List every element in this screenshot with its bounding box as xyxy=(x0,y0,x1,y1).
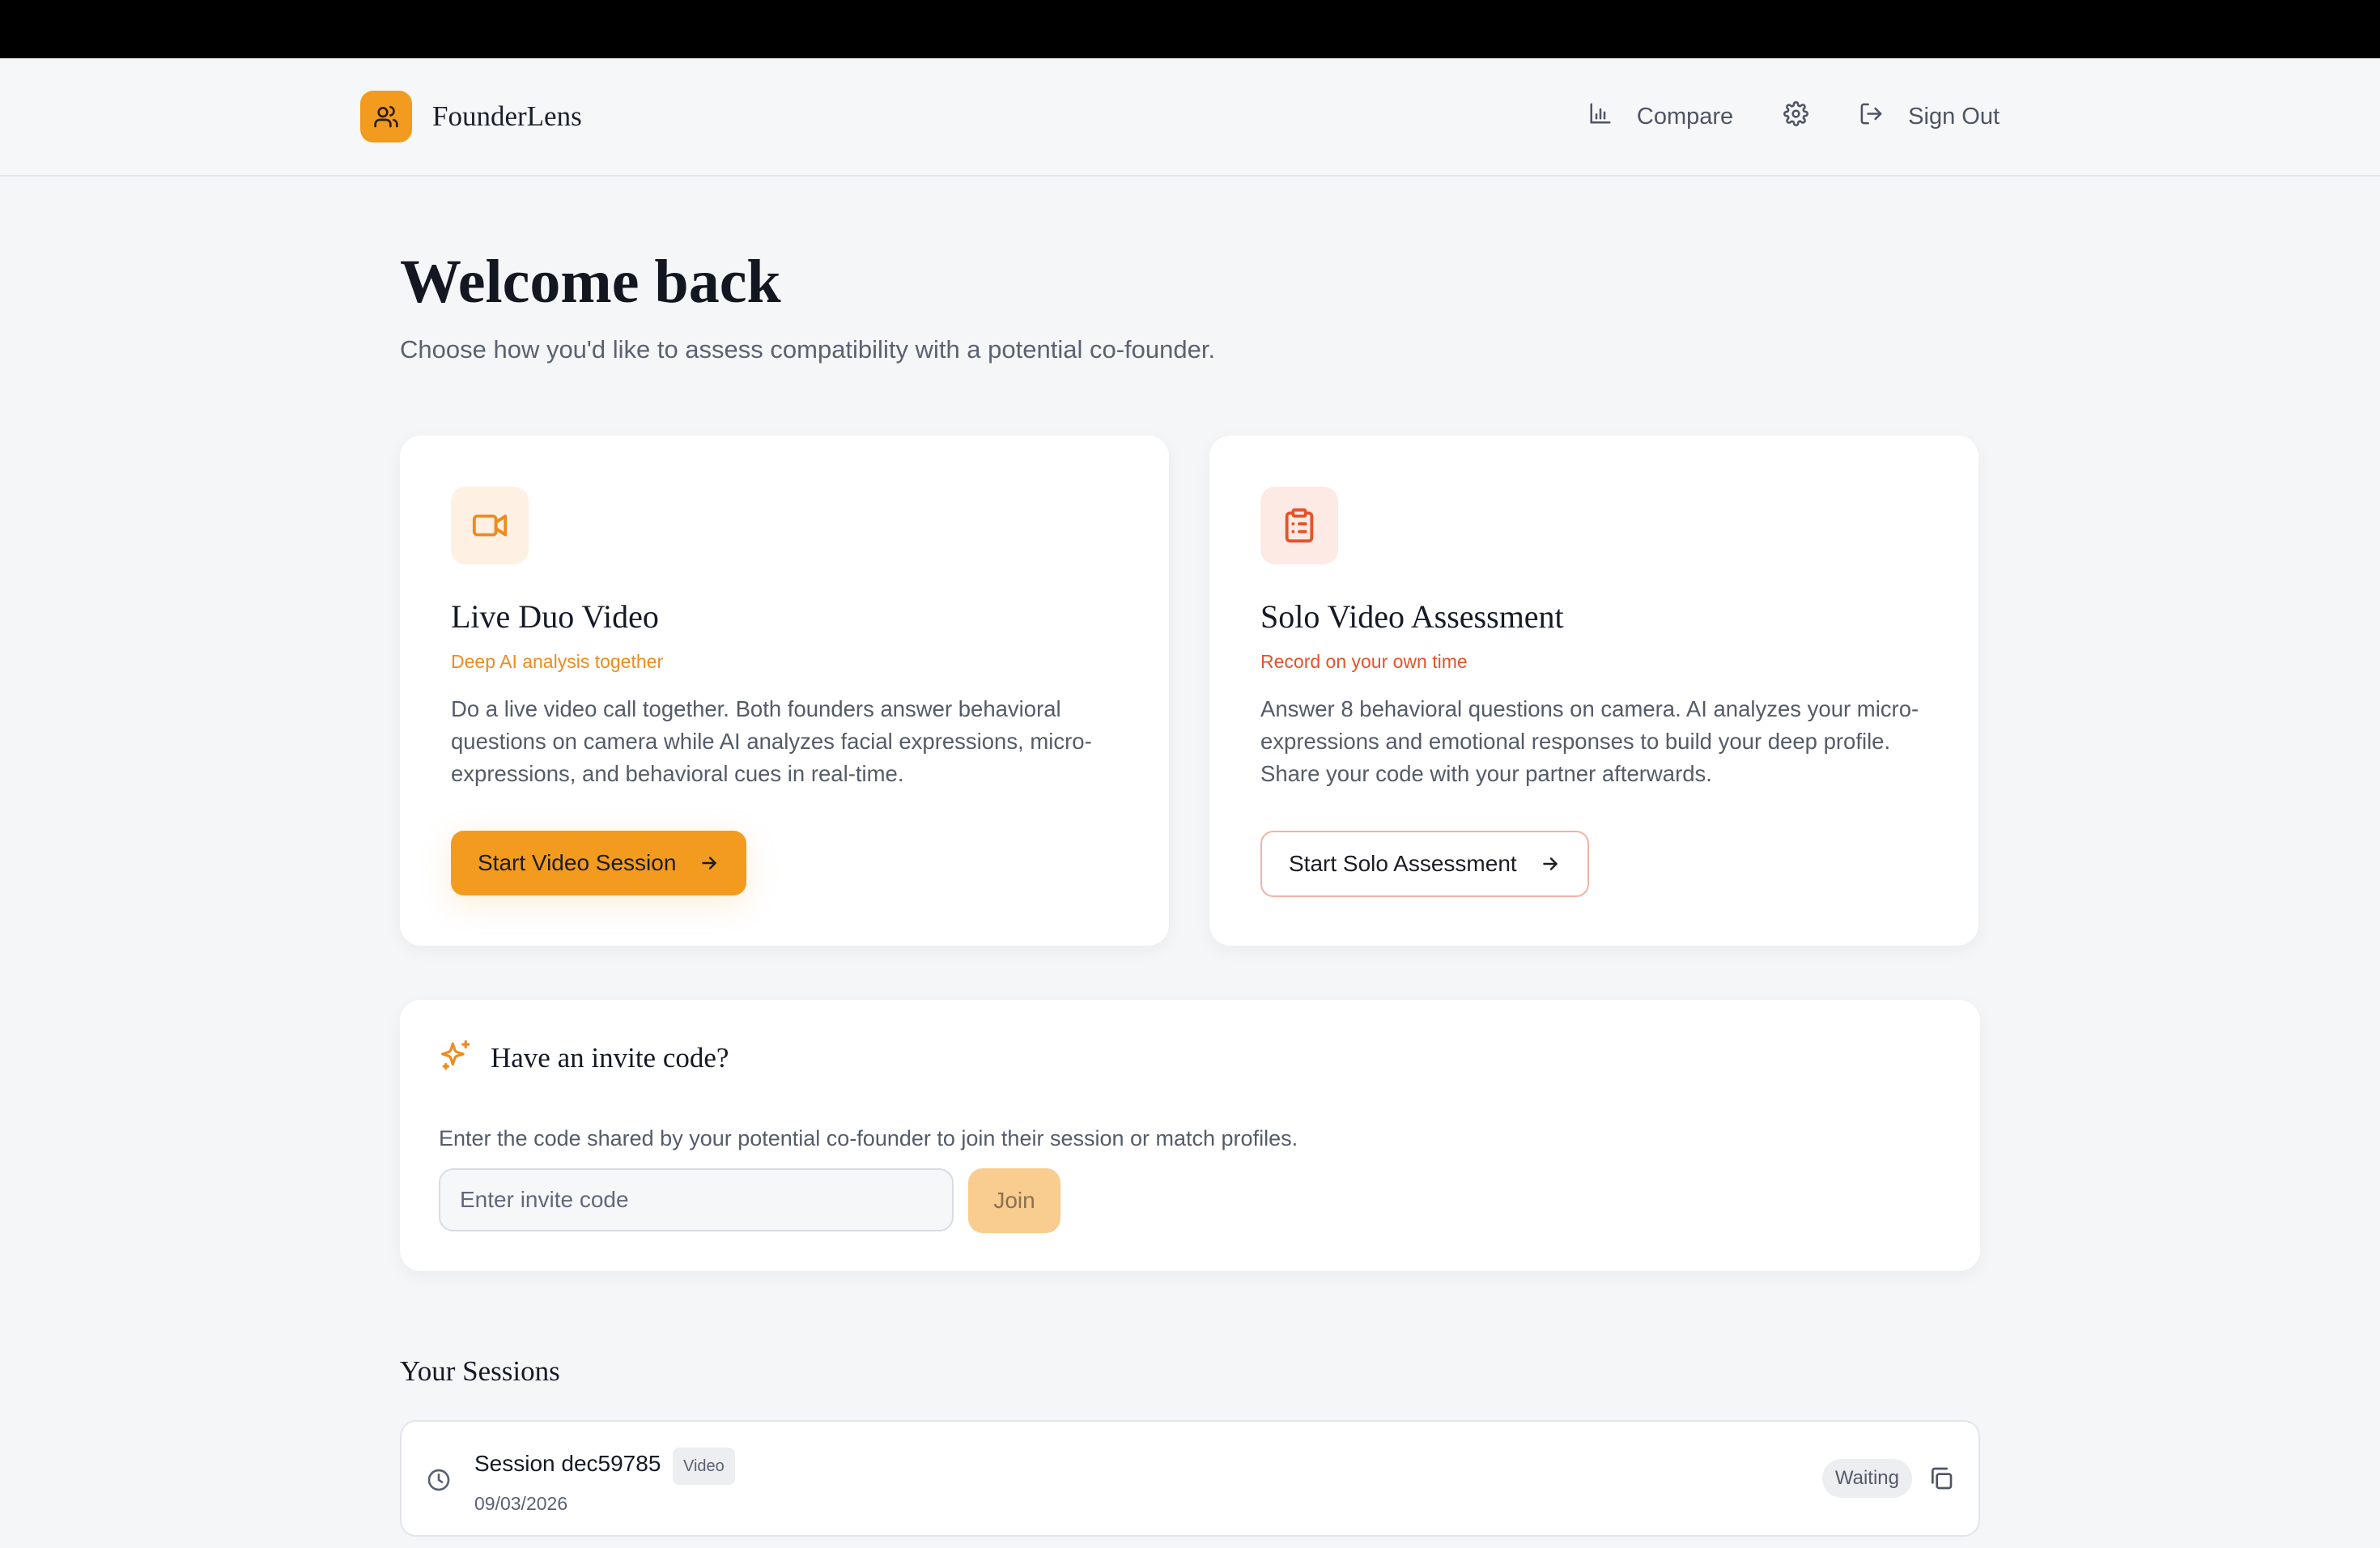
sessions-heading: Your Sessions xyxy=(400,1355,560,1387)
brand[interactable]: FounderLens xyxy=(360,91,582,142)
clock-icon xyxy=(426,1467,452,1497)
card-description: Answer 8 behavioral questions on camera.… xyxy=(1260,696,1919,786)
invite-code-panel: Have an invite code? Enter the code shar… xyxy=(400,1000,1980,1271)
main-content: Welcome back Choose how you'd like to as… xyxy=(400,175,1980,1537)
button-label: Start Solo Assessment xyxy=(1289,851,1517,876)
invite-code-input[interactable] xyxy=(439,1168,954,1231)
clipboard-list-icon xyxy=(1260,487,1338,564)
join-button[interactable]: Join xyxy=(968,1168,1060,1233)
copy-icon[interactable] xyxy=(1928,1465,1954,1495)
bar-chart-icon xyxy=(1588,101,1613,132)
invite-header: Have an invite code? xyxy=(439,1039,729,1077)
card-tagline: Deep AI analysis together xyxy=(451,651,664,672)
system-top-bar xyxy=(0,0,2380,58)
session-type-badge: Video xyxy=(673,1448,735,1485)
users-logo-icon xyxy=(360,91,412,142)
start-video-session-button[interactable]: Start Video Session xyxy=(451,831,747,895)
compare-label: Compare xyxy=(1636,103,1734,130)
invite-description: Enter the code shared by your potential … xyxy=(439,1126,1298,1150)
arrow-right-icon xyxy=(699,853,720,874)
app-name: FounderLens xyxy=(432,100,582,132)
top-navigation: FounderLens Compare Sign Out xyxy=(0,58,2380,176)
sign-out-label: Sign Out xyxy=(1908,103,2000,130)
session-list-item[interactable]: Session dec59785 Video 09/03/2026 Waitin… xyxy=(400,1420,1980,1537)
page-subtitle: Choose how you'd like to assess compatib… xyxy=(400,335,1216,364)
card-description: Do a live video call together. Both foun… xyxy=(451,696,1092,786)
compare-link[interactable]: Compare xyxy=(1588,101,1733,132)
settings-button[interactable] xyxy=(1783,100,1809,133)
log-out-icon xyxy=(1859,101,1884,133)
gear-icon xyxy=(1783,100,1809,133)
card-title: Live Duo Video xyxy=(451,598,659,635)
video-camera-icon xyxy=(451,487,529,564)
live-duo-video-card: Live Duo Video Deep AI analysis together… xyxy=(400,436,1169,946)
card-tagline: Record on your own time xyxy=(1260,651,1468,672)
arrow-right-icon xyxy=(1540,853,1561,874)
session-name: Session dec59785 xyxy=(474,1451,661,1476)
invite-title: Have an invite code? xyxy=(491,1041,729,1074)
start-solo-assessment-button[interactable]: Start Solo Assessment xyxy=(1260,831,1589,897)
session-date: 09/03/2026 xyxy=(474,1493,568,1514)
solo-video-assessment-card: Solo Video Assessment Record on your own… xyxy=(1209,436,1978,946)
sparkles-icon xyxy=(439,1039,473,1077)
sign-out-button[interactable]: Sign Out xyxy=(1859,101,2000,133)
card-title: Solo Video Assessment xyxy=(1260,598,1564,635)
page-title: Welcome back xyxy=(400,248,781,316)
assessment-options: Live Duo Video Deep AI analysis together… xyxy=(400,436,1980,946)
button-label: Start Video Session xyxy=(478,850,677,875)
status-badge: Waiting xyxy=(1821,1459,1912,1498)
nav-actions: Compare Sign Out xyxy=(1588,58,2000,175)
